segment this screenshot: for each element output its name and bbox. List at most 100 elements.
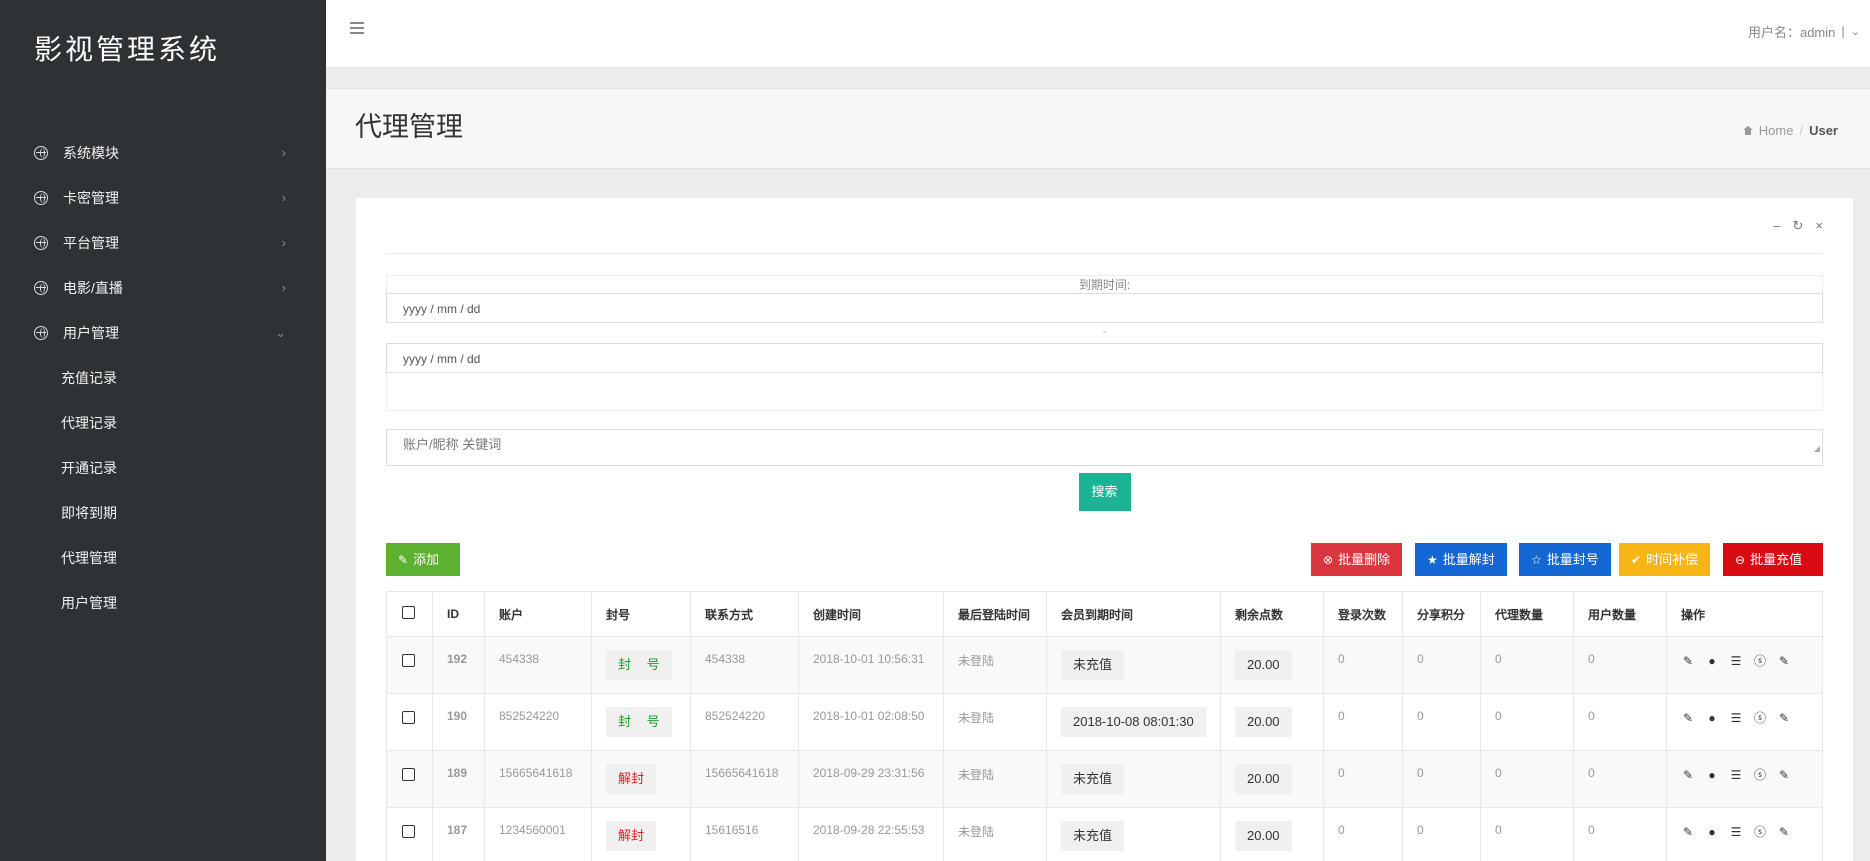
sidebar: 影视管理系统 系统模块 › 卡密管理 › 平台管理 › 电影/直播 › 用户管理…: [0, 0, 326, 861]
ban-toggle-button[interactable]: 封 号: [606, 707, 672, 737]
cell-share: 0: [1402, 807, 1481, 861]
col-id[interactable]: ID: [432, 591, 485, 637]
keyword-textarea[interactable]: 账户/昵称 关键词 ◢: [386, 429, 1823, 466]
cell-last-login: 未登陆: [943, 636, 1047, 694]
col-agents[interactable]: 代理数量: [1480, 591, 1574, 637]
col-expire[interactable]: 会员到期时间: [1046, 591, 1221, 637]
chevron-right-icon: ›: [281, 145, 286, 160]
circle-x-icon: ⊗: [1323, 553, 1334, 567]
search-button[interactable]: 搜索: [1078, 473, 1131, 511]
table-row: 187 1234560001 解封 15616516 2018-09-28 22…: [386, 807, 1823, 861]
list-icon[interactable]: ☰: [1729, 768, 1743, 782]
cell-logins: 0: [1323, 750, 1403, 808]
expire-badge: 未充值: [1061, 764, 1125, 794]
sidebar-item-label: 平台管理: [63, 234, 119, 251]
batch-unban-button[interactable]: ★ 批量解封: [1415, 543, 1507, 576]
cell-users: 0: [1573, 693, 1667, 751]
breadcrumb-current: User: [1809, 123, 1838, 138]
edit-icon[interactable]: ✎: [1681, 654, 1695, 668]
skype-icon[interactable]: ⓢ: [1753, 709, 1767, 726]
batch-delete-button[interactable]: ⊗ 批量删除: [1311, 543, 1403, 576]
time-compensation-button[interactable]: ✔ 时间补偿: [1619, 543, 1711, 576]
batch-ban-label: 批量封号: [1546, 552, 1599, 567]
skype-icon[interactable]: ⓢ: [1753, 766, 1767, 783]
row-checkbox[interactable]: [402, 825, 415, 838]
col-last-login[interactable]: 最后登陆时间: [943, 591, 1047, 637]
toggle-icon[interactable]: ●: [1705, 654, 1719, 668]
batch-recharge-label: 批量充值: [1750, 552, 1803, 567]
resize-handle-icon[interactable]: ◢: [1814, 434, 1820, 464]
sidebar-subitem-activation-records[interactable]: 开通记录: [0, 445, 326, 490]
col-contact[interactable]: 联系方式: [690, 591, 799, 637]
edit-icon[interactable]: ✎: [1681, 825, 1695, 839]
col-logins[interactable]: 登录次数: [1323, 591, 1403, 637]
edit-icon[interactable]: ✎: [1777, 768, 1791, 782]
col-account[interactable]: 账户: [484, 591, 592, 637]
list-icon[interactable]: ☰: [1729, 825, 1743, 839]
add-button[interactable]: ✎ 添加: [386, 543, 460, 576]
start-date-input[interactable]: yyyy / mm / dd: [386, 293, 1823, 323]
sidebar-item-platform[interactable]: 平台管理 ›: [0, 220, 326, 265]
row-checkbox[interactable]: [402, 768, 415, 781]
close-icon[interactable]: ×: [1815, 218, 1823, 234]
ban-toggle-button[interactable]: 封 号: [606, 650, 672, 680]
panel-divider: [386, 253, 1823, 254]
cell-created: 2018-09-29 23:31:56: [798, 750, 944, 808]
col-points[interactable]: 剩余点数: [1220, 591, 1324, 637]
cell-account: 15665641618: [484, 750, 592, 808]
cell-created: 2018-09-28 22:55:53: [798, 807, 944, 861]
sidebar-subitem-recharge-records[interactable]: 充值记录: [0, 355, 326, 400]
edit-icon[interactable]: ✎: [1777, 711, 1791, 725]
col-created[interactable]: 创建时间: [798, 591, 944, 637]
chevron-right-icon: ›: [281, 280, 286, 295]
sidebar-subitem-agent-management[interactable]: 代理管理: [0, 535, 326, 580]
user-menu[interactable]: 用户名：admin | ⌄: [1748, 22, 1860, 41]
toggle-icon[interactable]: ●: [1705, 768, 1719, 782]
sidebar-item-label: 用户管理: [63, 324, 119, 341]
end-date-input[interactable]: yyyy / mm / dd: [386, 343, 1823, 373]
cell-contact: 15665641618: [690, 750, 799, 808]
cell-agents: 0: [1480, 750, 1574, 808]
check-circle-icon: ✔: [1631, 553, 1642, 567]
cell-id: 189: [432, 750, 485, 808]
sidebar-item-system-modules[interactable]: 系统模块 ›: [0, 130, 326, 175]
unban-toggle-button[interactable]: 解封: [606, 821, 657, 851]
hamburger-menu-icon[interactable]: [350, 22, 364, 34]
list-icon[interactable]: ☰: [1729, 654, 1743, 668]
edit-icon[interactable]: ✎: [1681, 768, 1695, 782]
col-users[interactable]: 用户数量: [1573, 591, 1667, 637]
refresh-icon[interactable]: ↻: [1793, 218, 1804, 234]
sidebar-item-movies-live[interactable]: 电影/直播 ›: [0, 265, 326, 310]
sidebar-subitem-user-management[interactable]: 用户管理: [0, 580, 326, 625]
cell-id: 190: [432, 693, 485, 751]
batch-recharge-button[interactable]: ⊖ 批量充值: [1723, 543, 1823, 576]
col-ban[interactable]: 封号: [591, 591, 691, 637]
edit-icon[interactable]: ✎: [1681, 711, 1695, 725]
points-badge: 20.00: [1235, 650, 1292, 680]
skype-icon[interactable]: ⓢ: [1753, 823, 1767, 840]
panel-tools: – ↻ ×: [1773, 218, 1823, 234]
row-checkbox[interactable]: [402, 654, 415, 667]
sidebar-item-user-management[interactable]: 用户管理 ⌄: [0, 310, 326, 355]
sidebar-subitem-expiring-soon[interactable]: 即将到期: [0, 490, 326, 535]
row-checkbox[interactable]: [402, 711, 415, 724]
col-ops: 操作: [1666, 591, 1823, 637]
select-all-checkbox[interactable]: [402, 606, 415, 619]
minimize-icon[interactable]: –: [1773, 218, 1780, 234]
unban-toggle-button[interactable]: 解封: [606, 764, 657, 794]
edit-icon[interactable]: ✎: [1777, 654, 1791, 668]
date-range-dash: -: [1102, 327, 1107, 338]
points-badge: 20.00: [1235, 764, 1292, 794]
breadcrumb-home[interactable]: Home: [1759, 123, 1794, 138]
list-icon[interactable]: ☰: [1729, 711, 1743, 725]
edit-icon[interactable]: ✎: [1777, 825, 1791, 839]
sidebar-item-label: 系统模块: [63, 144, 119, 161]
sidebar-item-card-keys[interactable]: 卡密管理 ›: [0, 175, 326, 220]
sidebar-subitem-agent-records[interactable]: 代理记录: [0, 400, 326, 445]
filter-spacer: [386, 373, 1823, 411]
col-share[interactable]: 分享积分: [1402, 591, 1481, 637]
toggle-icon[interactable]: ●: [1705, 711, 1719, 725]
skype-icon[interactable]: ⓢ: [1753, 652, 1767, 669]
batch-ban-button[interactable]: ☆ 批量封号: [1519, 543, 1611, 576]
toggle-icon[interactable]: ●: [1705, 825, 1719, 839]
